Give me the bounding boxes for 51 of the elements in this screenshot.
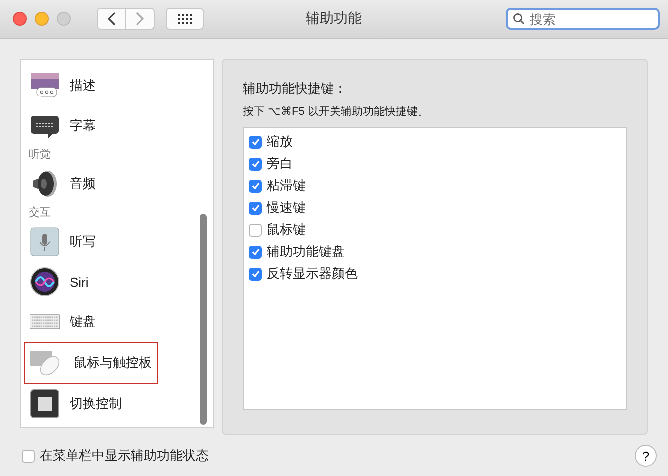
help-button[interactable]: ?	[635, 445, 657, 467]
microphone-icon	[30, 227, 60, 257]
option-label: 缩放	[267, 133, 293, 151]
show-all-button[interactable]	[166, 8, 204, 30]
sidebar-item[interactable]: 键盘	[27, 302, 147, 342]
checkbox[interactable]	[249, 246, 262, 258]
close-button[interactable]	[13, 12, 27, 26]
speaker-icon	[30, 169, 60, 199]
option-label: 反转显示器颜色	[267, 265, 358, 283]
chevron-left-icon	[106, 12, 116, 26]
search-field[interactable]: 搜索	[506, 8, 660, 30]
siri-icon	[30, 267, 60, 297]
checkbox[interactable]	[249, 202, 262, 214]
sidebar-item-label: 音频	[70, 175, 96, 193]
option-label: 辅助功能键盘	[267, 243, 345, 261]
section-heading: 听觉	[28, 148, 52, 163]
sidebar-item-label: 鼠标与触控板	[74, 354, 152, 372]
section-heading: 交互	[28, 206, 52, 221]
hint-text: 按下 ⌥⌘F5 以开关辅助功能快捷键。	[243, 104, 430, 119]
sidebar-item[interactable]: 字幕	[27, 106, 147, 146]
scrollbar[interactable]	[200, 214, 207, 425]
sidebar-item[interactable]: 听写	[27, 222, 147, 262]
window-title: 辅助功能	[306, 10, 362, 28]
option-label: 鼠标键	[267, 221, 306, 239]
option-label: 慢速键	[267, 199, 306, 217]
sidebar-item-label: 键盘	[70, 313, 96, 331]
switch-control-icon	[30, 389, 60, 419]
sidebar-item-label: 描述	[70, 77, 96, 95]
sidebar-item-label: 听写	[70, 233, 96, 251]
sidebar-item-label: 切换控制	[70, 395, 122, 413]
checkbox[interactable]	[249, 268, 262, 280]
sidebar-item[interactable]: 鼠标与触控板	[24, 342, 158, 384]
option-label: 旁白	[267, 155, 293, 173]
back-button[interactable]	[97, 8, 126, 30]
checkbox[interactable]	[22, 450, 35, 462]
checkbox[interactable]	[249, 180, 262, 192]
option-label: 粘滞键	[267, 177, 306, 195]
checkbox[interactable]	[249, 158, 262, 170]
sidebar-item-label: 字幕	[70, 117, 96, 135]
checkbox[interactable]	[249, 136, 262, 148]
checkbox-label: 在菜单栏中显示辅助功能状态	[40, 447, 209, 465]
sidebar-item[interactable]: 音频	[27, 164, 147, 204]
sidebar-item-label: Siri	[70, 274, 89, 290]
chevron-right-icon	[135, 12, 145, 26]
section-title: 辅助功能快捷键：	[243, 80, 348, 98]
sidebar-item[interactable]: Siri	[27, 262, 147, 302]
sidebar-item[interactable]: 切换控制	[27, 384, 147, 424]
grid-icon	[177, 13, 193, 25]
sidebar-item[interactable]: 描述	[27, 66, 147, 106]
search-icon	[513, 13, 525, 25]
checkbox[interactable]	[249, 224, 262, 236]
